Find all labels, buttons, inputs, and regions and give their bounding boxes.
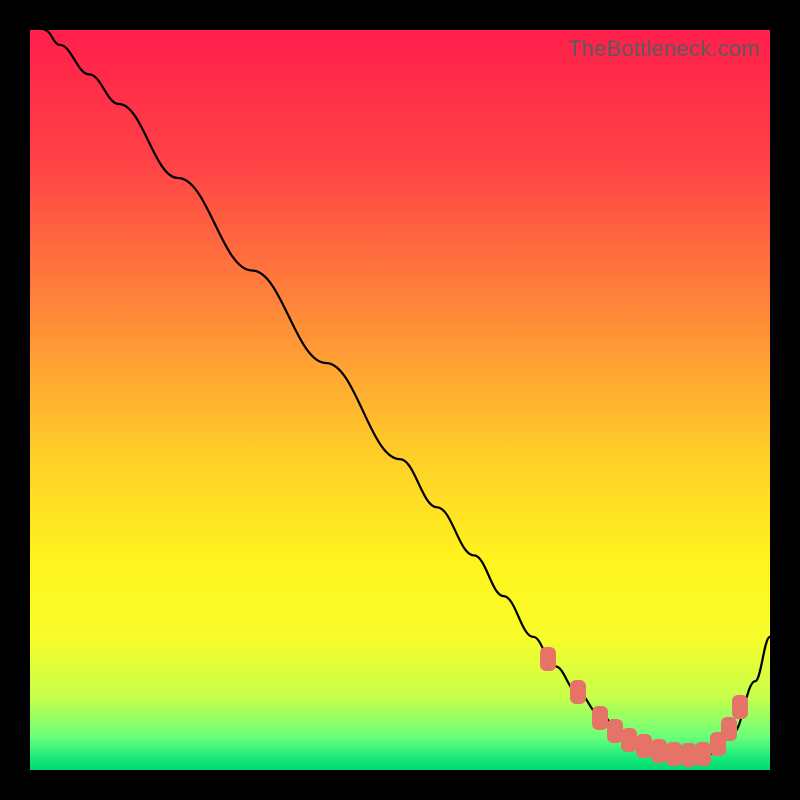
optimal-dot [732, 695, 748, 719]
optimal-dot [540, 647, 556, 671]
optimal-dot [681, 743, 697, 767]
optimal-dot [607, 719, 623, 743]
plot-area: TheBottleneck.com [30, 30, 770, 770]
bottleneck-curve [30, 30, 770, 770]
optimal-dot [592, 706, 608, 730]
chart-frame: TheBottleneck.com [0, 0, 800, 800]
optimal-dot [621, 728, 637, 752]
optimal-dot [636, 734, 652, 758]
optimal-dot [721, 717, 737, 741]
watermark-text: TheBottleneck.com [568, 36, 760, 62]
optimal-dot [666, 742, 682, 766]
optimal-dot [695, 742, 711, 766]
optimal-dot [570, 680, 586, 704]
optimal-dot [651, 739, 667, 763]
